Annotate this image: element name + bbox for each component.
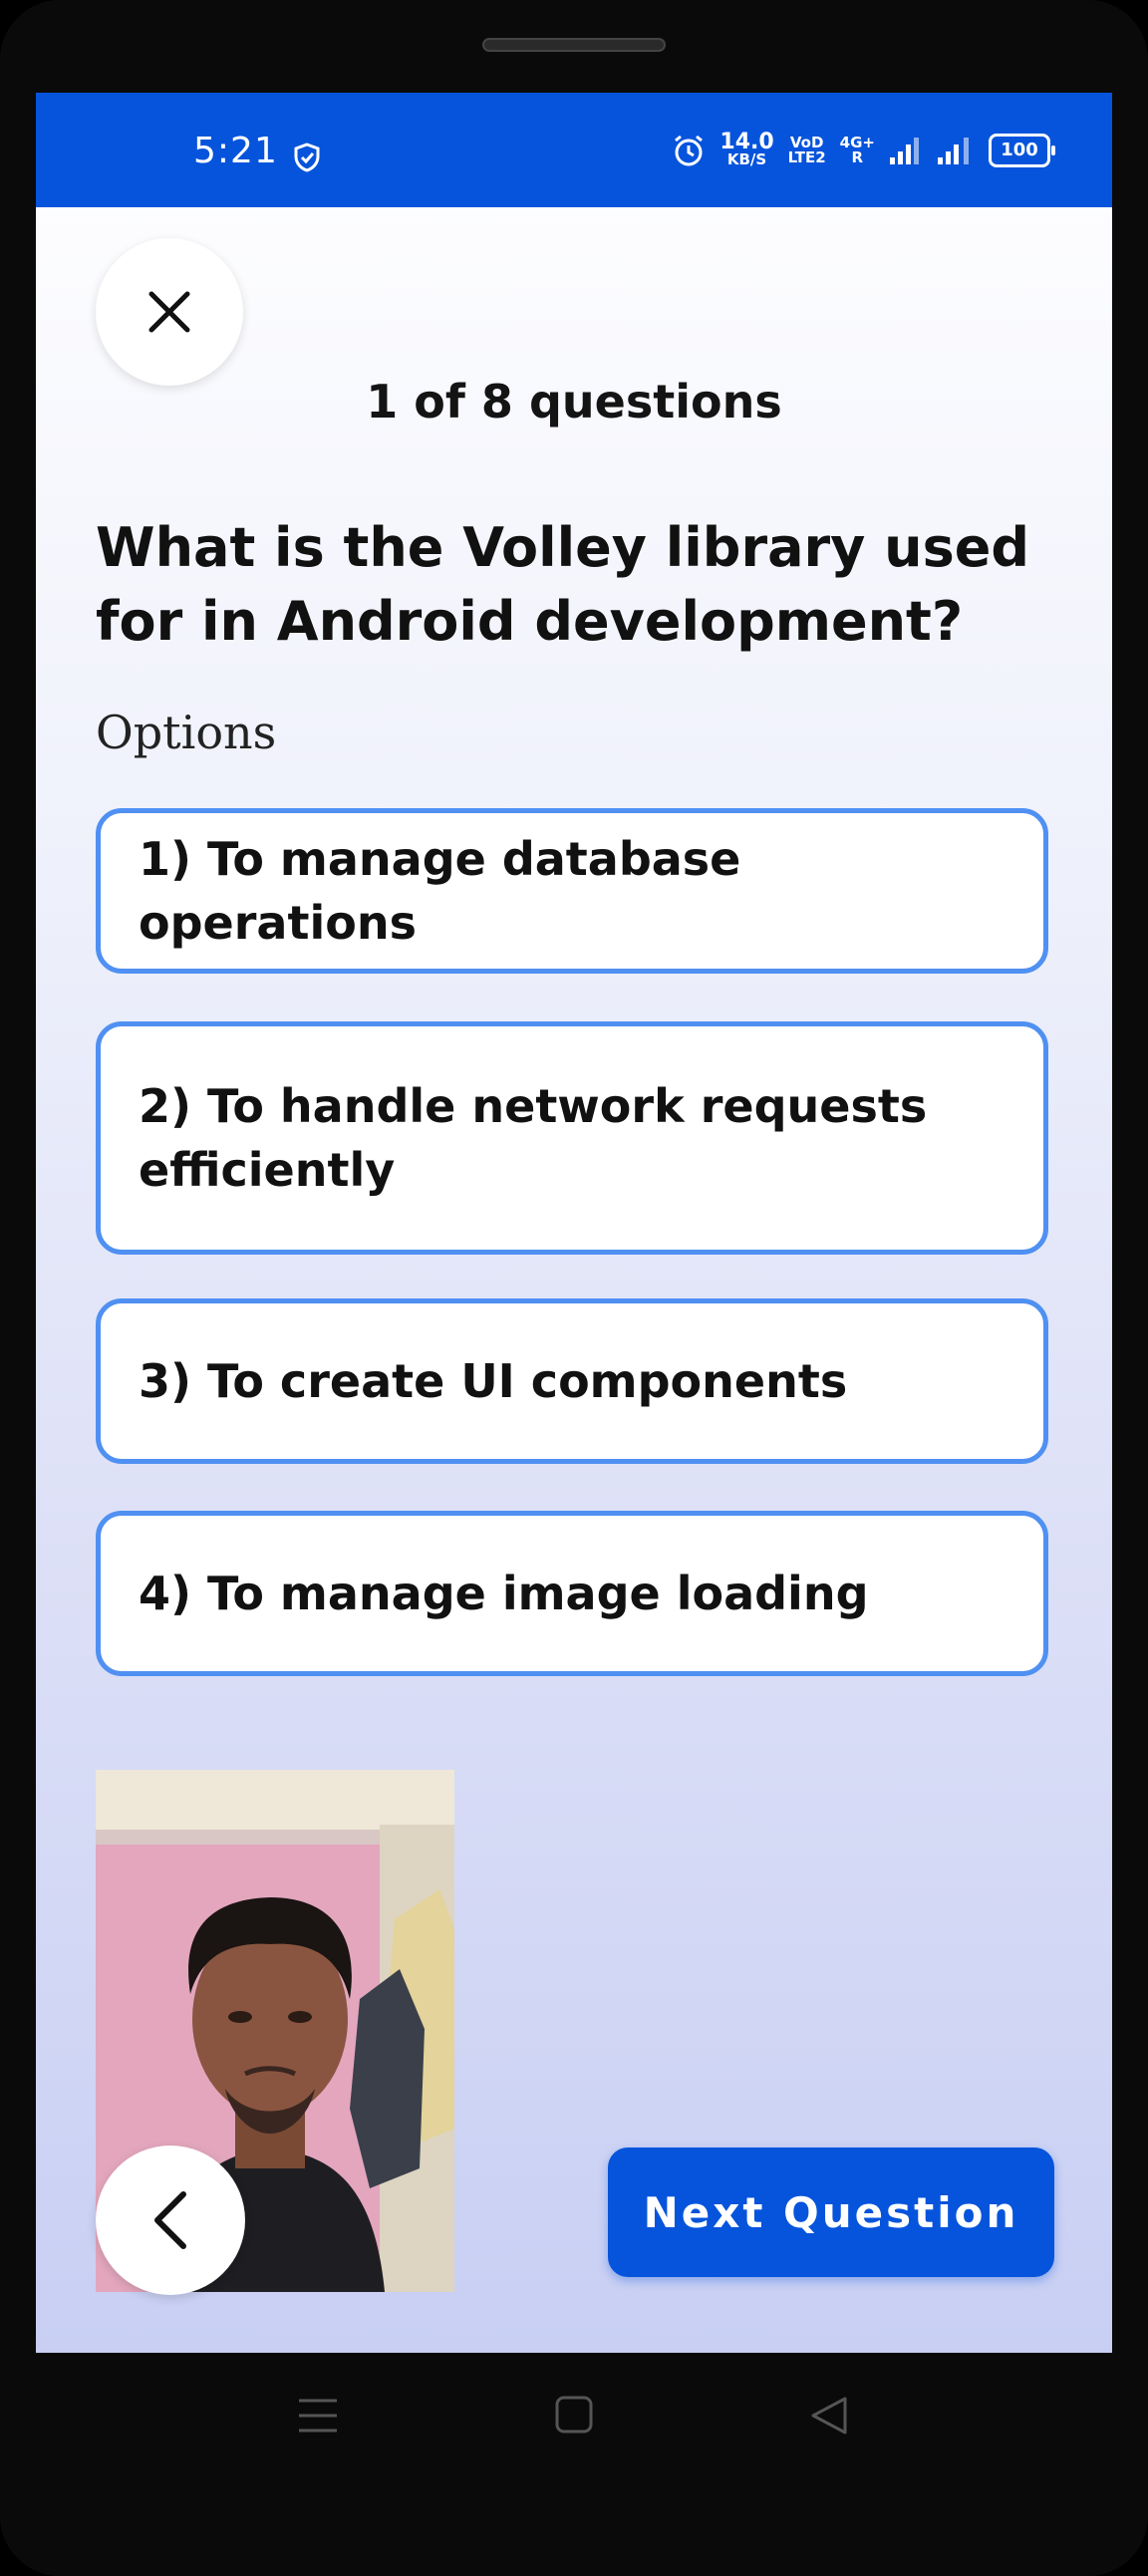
volte-bottom: LTE2 — [787, 147, 826, 166]
option-3[interactable]: 3) To create UI components — [96, 1298, 1048, 1464]
status-icons: 14.0 KB/S VoD LTE2 4G+ R 100 — [672, 132, 1055, 168]
option-1[interactable]: 1) To manage database operations — [96, 808, 1048, 974]
net-speed-unit: KB/S — [726, 150, 767, 168]
question-counter: 1 of 8 questions — [366, 375, 782, 429]
option-1-label: 1) To manage database operations — [139, 832, 741, 950]
signal-icon — [938, 137, 969, 164]
alarm-icon — [675, 135, 704, 165]
screen: 5:21 14.0 KB/S VoD LTE2 4G+ R 100 1 of 8… — [36, 93, 1112, 2353]
close-button[interactable] — [96, 238, 243, 386]
net-speed: 14.0 KB/S — [719, 132, 773, 168]
close-icon — [148, 291, 190, 333]
back-triangle-icon[interactable] — [809, 2395, 849, 2436]
option-2[interactable]: 2) To handle network requests efficientl… — [96, 1021, 1048, 1255]
phone-frame: 5:21 14.0 KB/S VoD LTE2 4G+ R 100 1 of 8… — [0, 0, 1148, 2576]
shield-check-icon — [294, 143, 320, 172]
signal-icon — [890, 137, 919, 164]
options-label: Options — [96, 706, 277, 759]
question-text: What is the Volley library used for in A… — [96, 516, 1030, 653]
status-bar: 5:21 14.0 KB/S VoD LTE2 4G+ R 100 — [36, 93, 1112, 207]
home-square-icon[interactable] — [554, 2395, 594, 2434]
battery-icon: 100 — [989, 133, 1055, 167]
status-time: 5:21 — [193, 131, 278, 171]
menu-icon[interactable] — [297, 2395, 339, 2436]
option-2-label: 2) To handle network requests efficientl… — [139, 1079, 928, 1197]
option-4-label: 4) To manage image loading — [139, 1567, 869, 1620]
earpiece-speaker — [482, 38, 666, 52]
network-badge: 4G+ R — [840, 135, 875, 166]
network-bottom: R — [851, 147, 864, 166]
system-nav-bar — [0, 2353, 1148, 2482]
option-3-label: 3) To create UI components — [139, 1354, 848, 1408]
chevron-left-icon — [154, 2191, 186, 2249]
next-question-button[interactable]: Next Question — [608, 2147, 1054, 2277]
back-button[interactable] — [96, 2146, 245, 2295]
option-4[interactable]: 4) To manage image loading — [96, 1511, 1048, 1676]
volte-badge: VoD LTE2 — [787, 135, 826, 166]
